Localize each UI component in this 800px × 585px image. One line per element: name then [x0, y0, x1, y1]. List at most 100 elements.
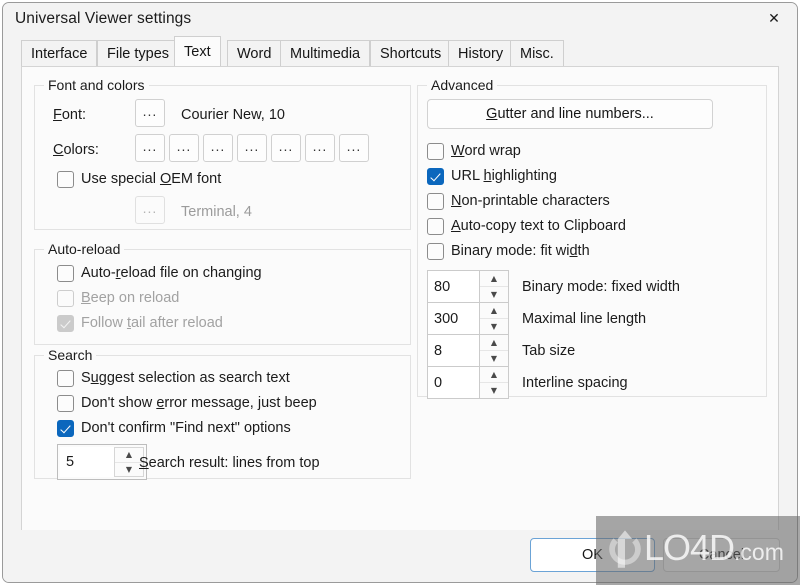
checkbox-label: Don't show error message, just beep — [81, 395, 317, 412]
spinner-value[interactable]: 0 — [427, 366, 479, 399]
spinner-binary-mode-fixed-width[interactable]: 80 ▲ ▼ — [427, 270, 509, 303]
font-label: Font: — [53, 107, 87, 123]
group-title-font-and-colors: Font and colors — [44, 77, 149, 93]
checkbox-label: Word wrap — [451, 143, 521, 160]
checkbox-box — [427, 143, 444, 160]
spinner-up-icon[interactable]: ▲ — [480, 303, 508, 319]
checkbox-use-special-oem-font[interactable]: Use special OEM font — [57, 171, 221, 188]
group-advanced: Advanced Gutter and line numbers... Word… — [417, 77, 767, 399]
spinner-interline-spacing-label: Interline spacing — [522, 375, 628, 391]
group-title-advanced: Advanced — [427, 77, 498, 93]
cancel-button-label: Cancel — [698, 547, 745, 563]
color-browse-button-5[interactable]: ... — [271, 134, 301, 162]
spinner-down-icon[interactable]: ▼ — [480, 383, 508, 398]
color-browse-button-4[interactable]: ... — [237, 134, 267, 162]
settings-dialog: Universal Viewer settings ✕ Interface Fi… — [2, 2, 798, 583]
group-auto-reload: Auto-reload Auto-reload file on changing… — [34, 241, 411, 345]
group-font-and-colors: Font and colors Font: ... Courier New, 1… — [34, 77, 411, 230]
gutter-button-label: Gutter and line numbers... — [486, 106, 654, 122]
checkbox-dont-show-error-message[interactable]: Don't show error message, just beep — [57, 395, 317, 412]
checkbox-box — [427, 193, 444, 210]
spinner-up-icon[interactable]: ▲ — [480, 367, 508, 383]
tab-interface[interactable]: Interface — [21, 40, 98, 66]
font-browse-button[interactable]: ... — [135, 99, 165, 127]
tab-word[interactable]: Word — [227, 40, 282, 66]
spinner-search-result-lines[interactable]: 5 ▲ ▼ — [57, 444, 147, 480]
ok-button-label: OK — [582, 547, 603, 563]
checkbox-suggest-selection-as-search-text[interactable]: Suggest selection as search text — [57, 370, 290, 387]
spinner-search-result-label: Search result: lines from top — [139, 455, 320, 471]
spinner-tab-size-label: Tab size — [522, 343, 576, 359]
color-browse-button-6[interactable]: ... — [305, 134, 335, 162]
dialog-footer: OK Cancel — [3, 530, 797, 582]
checkbox-label: Use special OEM font — [81, 171, 222, 188]
tab-strip: Interface File types Text Word Multimedi… — [3, 36, 797, 66]
spinner-up-icon[interactable]: ▲ — [480, 271, 508, 287]
spinner-down-icon[interactable]: ▼ — [480, 319, 508, 334]
tab-multimedia[interactable]: Multimedia — [280, 40, 371, 66]
group-title-auto-reload: Auto-reload — [44, 241, 125, 257]
checkbox-label: Auto-copy text to Clipboard — [451, 218, 626, 235]
spinner-value[interactable]: 300 — [427, 302, 479, 335]
checkbox-label: Suggest selection as search text — [81, 370, 290, 387]
checkbox-non-printable-characters[interactable]: Non-printable characters — [427, 193, 610, 210]
color-browse-button-2[interactable]: ... — [169, 134, 199, 162]
checkbox-url-highlighting[interactable]: URL highlighting — [427, 168, 557, 185]
checkbox-label: Non-printable characters — [451, 193, 610, 210]
spinner-binary-mode-fixed-width-label: Binary mode: fixed width — [522, 279, 680, 295]
gutter-and-line-numbers-button[interactable]: Gutter and line numbers... — [427, 99, 713, 129]
spinner-tab-size[interactable]: 8 ▲ ▼ — [427, 334, 509, 367]
close-icon[interactable]: ✕ — [751, 3, 797, 35]
checkbox-box — [57, 265, 74, 282]
checkbox-box — [57, 290, 74, 307]
checkbox-box — [57, 370, 74, 387]
checkbox-label: Auto-reload file on changing — [81, 265, 262, 282]
cancel-button[interactable]: Cancel — [663, 538, 780, 572]
spinner-buttons[interactable]: ▲ ▼ — [479, 366, 509, 399]
ok-button[interactable]: OK — [530, 538, 655, 572]
checkbox-auto-reload-file-on-changing[interactable]: Auto-reload file on changing — [57, 265, 262, 282]
color-browse-button-1[interactable]: ... — [135, 134, 165, 162]
title-bar: Universal Viewer settings ✕ — [3, 3, 797, 36]
tab-shortcuts[interactable]: Shortcuts — [370, 40, 452, 66]
tab-misc[interactable]: Misc. — [510, 40, 564, 66]
checkbox-word-wrap[interactable]: Word wrap — [427, 143, 521, 160]
checkbox-box — [57, 315, 74, 332]
spinner-down-icon[interactable]: ▼ — [480, 287, 508, 302]
tab-text[interactable]: Text — [174, 36, 221, 66]
checkbox-box — [427, 168, 444, 185]
checkbox-follow-tail-after-reload: Follow tail after reload — [57, 315, 223, 332]
checkbox-label: Follow tail after reload — [81, 315, 223, 332]
spinner-value[interactable]: 8 — [427, 334, 479, 367]
spinner-buttons[interactable]: ▲ ▼ — [479, 270, 509, 303]
color-browse-button-3[interactable]: ... — [203, 134, 233, 162]
checkbox-label: URL highlighting — [451, 168, 557, 185]
checkbox-label: Beep on reload — [81, 290, 180, 307]
checkbox-box — [427, 218, 444, 235]
tab-file-types[interactable]: File types — [97, 40, 180, 66]
spinner-interline-spacing[interactable]: 0 ▲ ▼ — [427, 366, 509, 399]
color-browse-button-7[interactable]: ... — [339, 134, 369, 162]
checkbox-binary-mode-fit-width[interactable]: Binary mode: fit width — [427, 243, 590, 260]
spinner-down-icon[interactable]: ▼ — [480, 351, 508, 366]
spinner-maximal-line-length[interactable]: 300 ▲ ▼ — [427, 302, 509, 335]
spinner-value[interactable]: 80 — [427, 270, 479, 303]
oem-font-value: Terminal, 4 — [181, 204, 252, 220]
oem-font-browse-button[interactable]: ... — [135, 196, 165, 224]
group-search: Search Suggest selection as search text … — [34, 347, 411, 480]
colors-label: Colors: — [53, 142, 99, 158]
spinner-buttons[interactable]: ▲ ▼ — [479, 302, 509, 335]
checkbox-beep-on-reload: Beep on reload — [57, 290, 179, 307]
tab-history[interactable]: History — [448, 40, 514, 66]
spinner-up-icon[interactable]: ▲ — [480, 335, 508, 351]
checkbox-auto-copy-text-to-clipboard[interactable]: Auto-copy text to Clipboard — [427, 218, 626, 235]
checkbox-box — [57, 395, 74, 412]
checkbox-box — [57, 420, 74, 437]
font-value: Courier New, 10 — [181, 107, 285, 123]
spinner-buttons[interactable]: ▲ ▼ — [479, 334, 509, 367]
window-title: Universal Viewer settings — [15, 10, 192, 27]
checkbox-box — [57, 171, 74, 188]
checkbox-label: Binary mode: fit width — [451, 243, 590, 260]
checkbox-dont-confirm-find-next[interactable]: Don't confirm "Find next" options — [57, 420, 291, 437]
spinner-value[interactable]: 5 — [60, 447, 114, 477]
